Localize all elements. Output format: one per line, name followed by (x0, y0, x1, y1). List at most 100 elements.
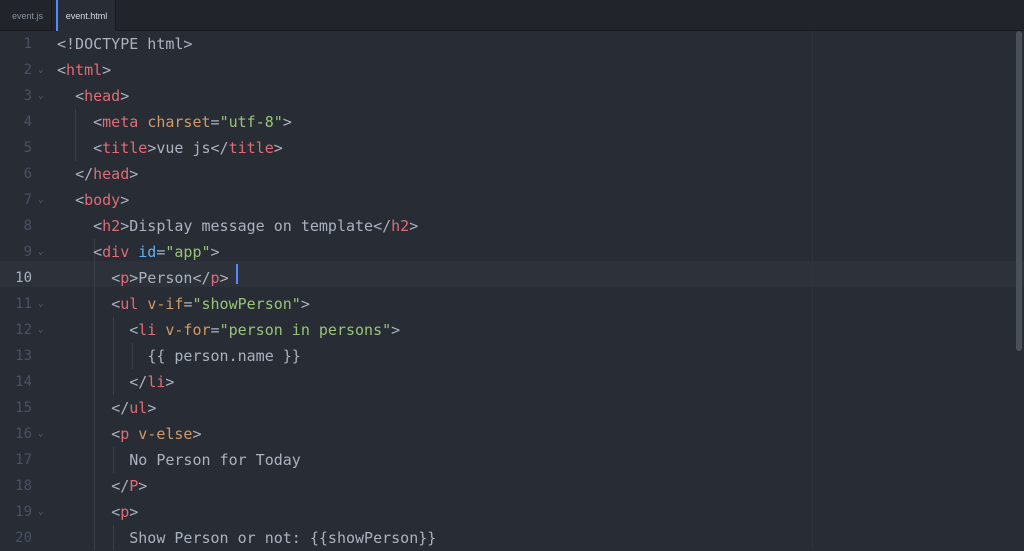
code-line: <!DOCTYPE html> (57, 31, 192, 57)
code-line: <html> (57, 57, 111, 83)
code-token: > (102, 61, 112, 79)
code-token: > (300, 295, 310, 313)
code-token: < (93, 217, 103, 235)
fold-chevron-icon[interactable]: ⌄ (38, 317, 43, 343)
wrap-guide (812, 31, 813, 550)
code-token: < (129, 321, 139, 339)
code-token: Show Person or not: {{showPerson}} (129, 529, 437, 547)
code-token: p (210, 269, 220, 287)
code-token: </ (75, 165, 94, 183)
code-token: v-if (147, 295, 184, 313)
code-token: "utf-8" (219, 113, 283, 131)
code-token: >vue js</ (147, 139, 229, 157)
line-number: 18 (15, 478, 32, 494)
code-token: title (102, 139, 148, 157)
code-token: ul (120, 295, 139, 313)
code-token: </ (111, 399, 130, 417)
fold-chevron-icon[interactable]: ⌄ (38, 57, 43, 83)
line-number: 8 (23, 218, 32, 234)
fold-chevron-icon[interactable]: ⌄ (38, 187, 43, 213)
code-token: > (129, 165, 139, 183)
code-line: </P> (57, 473, 147, 499)
code-line: <title>vue js</title> (57, 135, 283, 161)
tab-event-js[interactable]: event.js (4, 0, 52, 30)
code-token: > (120, 191, 130, 209)
fold-chevron-icon[interactable]: ⌄ (38, 83, 43, 109)
code-line: </head> (57, 161, 138, 187)
fold-chevron-icon[interactable]: ⌄ (38, 499, 43, 525)
fold-chevron-icon[interactable]: ⌄ (38, 239, 43, 265)
fold-chevron-icon[interactable]: ⌄ (38, 421, 43, 447)
line-number: 17 (15, 452, 32, 468)
code-line: No Person for Today (57, 447, 301, 473)
code-token: p (120, 503, 130, 521)
code-line: <p v-else> (57, 421, 202, 447)
code-token: div (102, 243, 130, 261)
code-token: h2 (102, 217, 121, 235)
line-number: 16 (15, 426, 32, 442)
code-token: < (57, 61, 67, 79)
code-token: < (111, 269, 121, 287)
code-token: "app" (165, 243, 211, 261)
code-token: h2 (391, 217, 410, 235)
code-token: v-for (165, 321, 211, 339)
line-number: 20 (15, 530, 32, 546)
code-line: <p> (57, 499, 138, 525)
code-token: < (75, 191, 85, 209)
code-token: id (138, 243, 157, 261)
line-number: 3 (23, 88, 32, 104)
vertical-scrollbar[interactable] (1016, 31, 1022, 351)
code-line: </li> (57, 369, 174, 395)
code-token: ul (129, 399, 148, 417)
code-token: >Person</ (129, 269, 211, 287)
code-token: head (84, 87, 121, 105)
code-token: > (129, 503, 139, 521)
code-token: < (111, 295, 121, 313)
code-token: > (165, 373, 175, 391)
line-number: 14 (15, 374, 32, 390)
code-token: </ (129, 373, 148, 391)
code-token: > (409, 217, 419, 235)
code-token: "showPerson" (192, 295, 301, 313)
code-token: >Display message on template</ (120, 217, 392, 235)
line-number: 10 (15, 270, 32, 286)
fold-chevron-icon[interactable]: ⌄ (38, 291, 43, 317)
code-token: v-else (138, 425, 193, 443)
code-token: P (129, 477, 139, 495)
code-editor[interactable]: 1 2 ⌄ 3 ⌄ 4 5 6 7 ⌄ 8 9 ⌄ 10 11 ⌄ 12 ⌄ 13 14 15 16 ⌄ 17 18 19 ⌄ 20 … (0, 31, 1024, 550)
line-number-gutter[interactable]: 1 2 ⌄ 3 ⌄ 4 5 6 7 ⌄ 8 9 ⌄ 10 11 ⌄ 12 ⌄ 13 14 15 16 ⌄ 17 18 19 ⌄ 20 (0, 31, 56, 550)
line-number: 9 (23, 244, 32, 260)
line-number: 13 (15, 348, 32, 364)
line-number: 15 (15, 400, 32, 416)
code-token: No Person for Today (129, 451, 301, 469)
code-token: = (210, 113, 220, 131)
code-token: > (192, 425, 202, 443)
code-line: Show Person or not: {{showPerson}} (57, 525, 436, 551)
code-token: > (120, 87, 130, 105)
code-line: <p>Person</p> (57, 265, 229, 291)
code-token: < (75, 87, 85, 105)
code-line: <h2>Display message on template</h2> (57, 213, 418, 239)
code-token: > (219, 269, 229, 287)
code-token: "person in persons" (219, 321, 392, 339)
code-token: < (93, 139, 103, 157)
code-token: li (138, 321, 157, 339)
code-line: </ul> (57, 395, 156, 421)
tab-event-html[interactable]: event.html (56, 0, 116, 31)
code-token: > (138, 477, 148, 495)
code-token: p (120, 269, 130, 287)
